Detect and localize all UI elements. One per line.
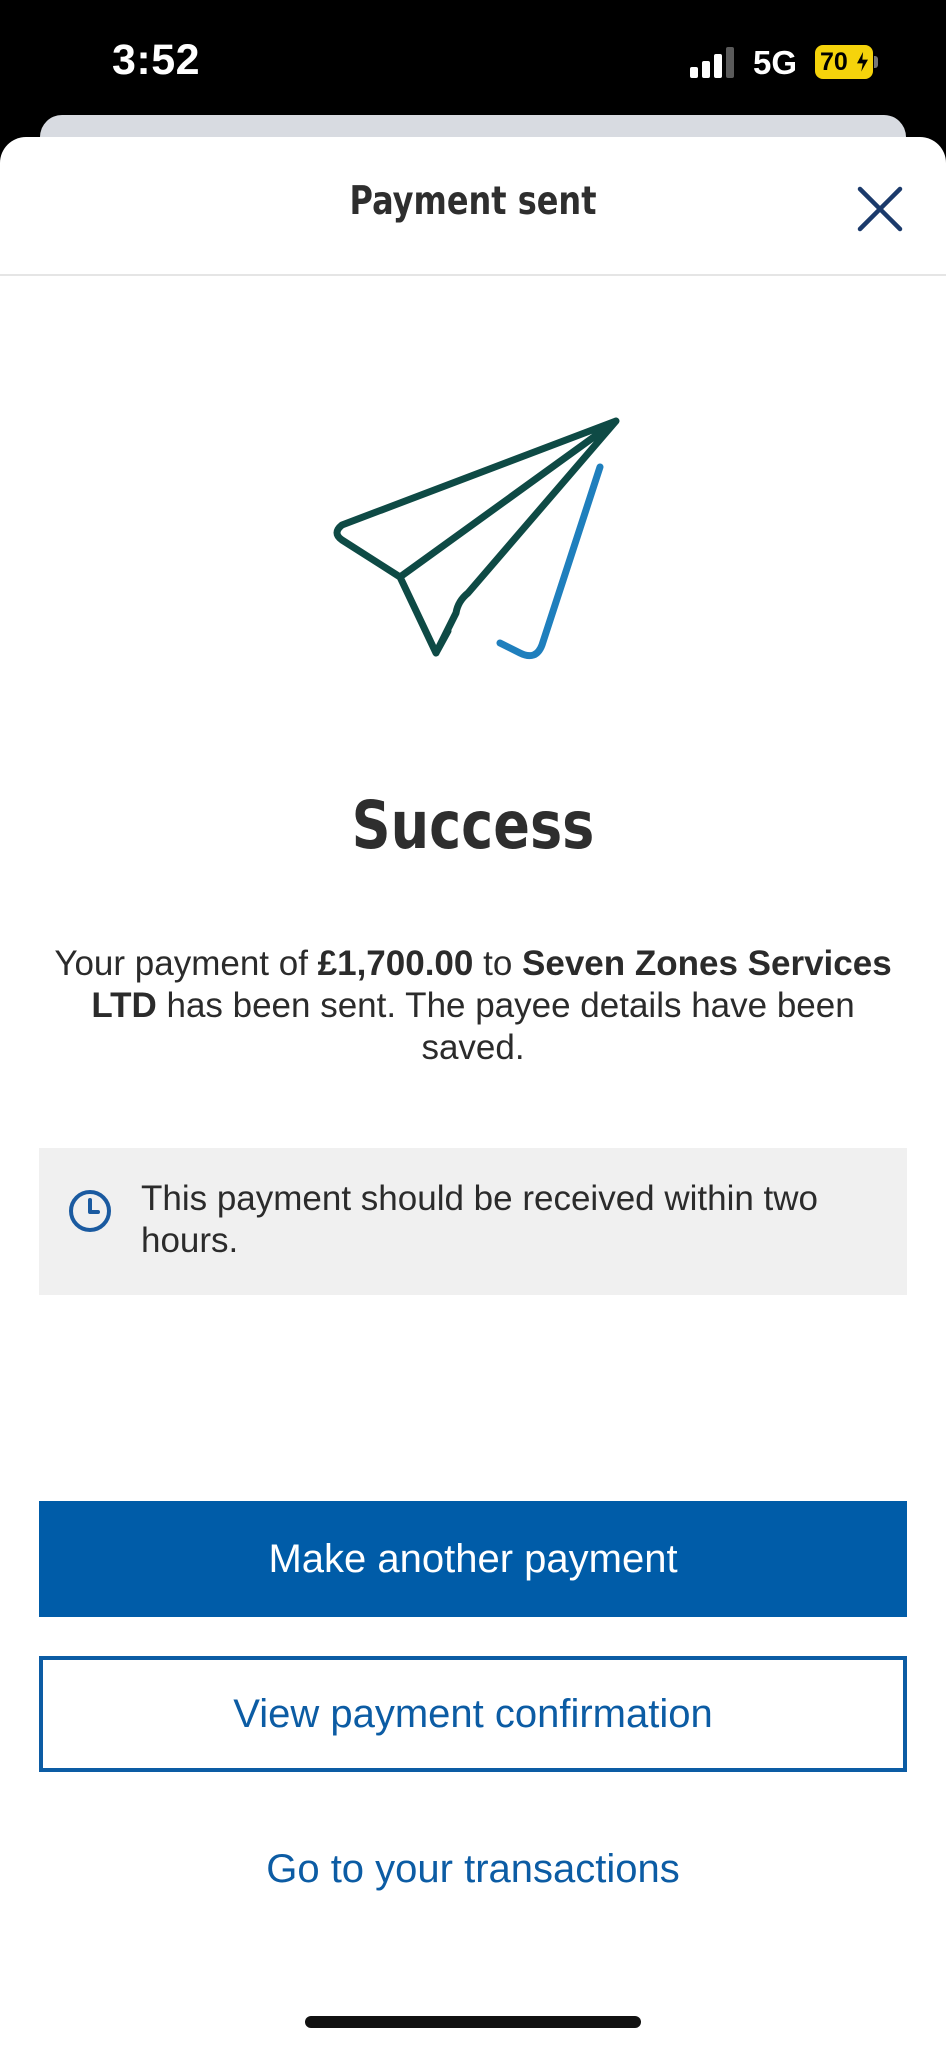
success-heading: Success [351, 787, 595, 864]
status-bar: 3:52 5G 70 [0, 0, 946, 125]
payment-sent-sheet: Payment sent Success Your payment of £1,… [0, 137, 946, 2048]
charging-bolt-icon [855, 49, 870, 75]
message-prefix: Your payment of [54, 944, 318, 983]
battery-cap [874, 56, 878, 68]
network-label: 5G [753, 44, 798, 81]
page-title: Payment sent [349, 179, 597, 224]
delivery-info-box: This payment should be received within t… [39, 1148, 907, 1295]
clock-icon [69, 1190, 111, 1232]
paper-plane-icon [333, 417, 620, 660]
go-to-transactions-link[interactable]: Go to your transactions [39, 1811, 907, 1927]
payment-amount: £1,700.00 [317, 944, 474, 983]
make-another-payment-button[interactable]: Make another payment [39, 1501, 907, 1617]
signal-strength-icon [690, 47, 734, 78]
message-middle: to [473, 944, 523, 983]
payment-message: Your payment of £1,700.00 to Seven Zones… [38, 943, 908, 1069]
delivery-info-text: This payment should be received within t… [141, 1179, 819, 1260]
close-icon[interactable] [850, 179, 910, 239]
view-payment-confirmation-button[interactable]: View payment confirmation [39, 1656, 907, 1772]
home-indicator[interactable] [305, 2016, 641, 2028]
sheet-header: Payment sent [0, 137, 946, 276]
status-time: 3:52 [112, 36, 201, 84]
message-suffix: has been sent. The payee details have be… [156, 986, 855, 1067]
battery-icon: 70 [815, 45, 879, 79]
